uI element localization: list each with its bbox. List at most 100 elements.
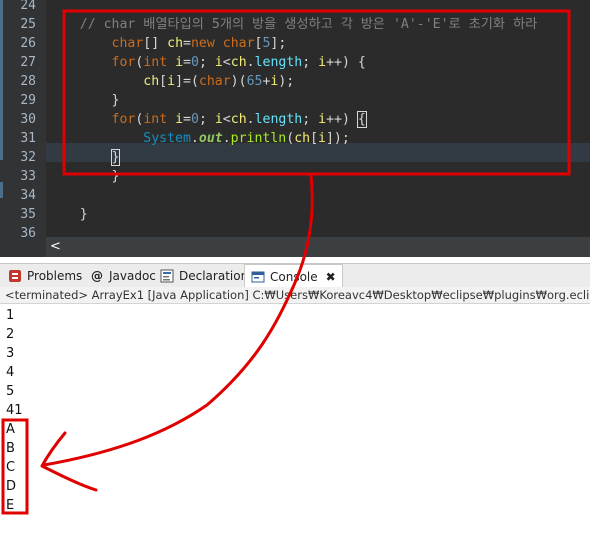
code-line[interactable] (48, 186, 590, 205)
scroll-left-arrow-icon[interactable]: < (50, 239, 61, 254)
code-token: length (254, 55, 303, 70)
code-token: . (190, 131, 199, 146)
code-line[interactable]: for(int i=0; i<ch.length; i++) { (48, 53, 590, 72)
tab-declaration[interactable]: Declaration (160, 264, 248, 288)
code-token: )( (230, 74, 247, 89)
code-token: i (214, 112, 223, 127)
console-process-status: <terminated> ArrayEx1 [Java Application]… (0, 287, 590, 304)
console-output-line: D (6, 479, 17, 494)
code-token: for (111, 55, 136, 70)
horizontal-scrollbar[interactable]: < (46, 237, 590, 257)
console-output-line: A (6, 422, 15, 437)
code-token: i (175, 112, 184, 127)
line-number: 35 (20, 207, 36, 222)
line-number: 30 (20, 112, 36, 127)
code-token: println (230, 131, 287, 146)
code-line[interactable]: } (48, 148, 590, 167)
tab-problems[interactable]: Problems (8, 264, 82, 288)
line-number: 31 (20, 131, 36, 146)
code-line[interactable]: // char 배열타입의 5개의 방을 생성하고 각 방은 'A'-'E'로 … (48, 15, 590, 34)
code-token: 0 (191, 55, 199, 70)
code-token: ( (286, 131, 295, 146)
console-output-line: 2 (6, 327, 15, 342)
code-token: } (48, 207, 88, 222)
code-token: . (246, 112, 255, 127)
code-token: ch (143, 74, 160, 89)
code-token: for (111, 112, 136, 127)
code-token: 0 (191, 112, 199, 127)
code-line[interactable]: for(int i=0; i<ch.length; i++) { (48, 110, 590, 129)
code-token: i (318, 112, 327, 127)
code-token: < (222, 55, 231, 70)
code-token: . (222, 131, 231, 146)
console-output[interactable]: 1 2 3 4 5 41 A B C D E (0, 304, 590, 546)
code-line[interactable] (48, 0, 590, 15)
tab-console-label: Console (270, 270, 318, 284)
code-token: out (198, 131, 223, 146)
code-token: System (143, 131, 191, 146)
javadoc-icon: @ (91, 268, 103, 283)
code-token: length (254, 112, 303, 127)
code-line[interactable]: } (48, 167, 590, 186)
code-token: char (198, 74, 231, 89)
code-token: } (48, 93, 120, 108)
code-token: ; (198, 112, 215, 127)
line-number: 26 (20, 36, 36, 51)
line-number: 34 (20, 188, 36, 203)
code-token: 65 (246, 74, 263, 89)
code-line[interactable]: char[] ch=new char[5]; (48, 34, 590, 53)
code-token: [ (310, 131, 319, 146)
tab-problems-label: Problems (27, 269, 83, 283)
code-token: . (246, 55, 255, 70)
code-token: int (143, 112, 168, 127)
code-token: i (318, 131, 326, 146)
line-number: 33 (20, 169, 36, 184)
tab-declaration-label: Declaration (179, 269, 249, 283)
console-output-line: 41 (6, 403, 23, 418)
code-token: ch (230, 55, 247, 70)
tab-javadoc[interactable]: @ Javadoc (90, 264, 156, 288)
console-output-line: 1 (6, 308, 15, 323)
code-token: < (222, 112, 231, 127)
code-token: int (143, 55, 168, 70)
code-token: ; (198, 55, 215, 70)
console-output-line: 3 (6, 346, 15, 361)
console-output-line: 4 (6, 365, 15, 380)
code-token: = (183, 36, 191, 51)
code-line[interactable]: System.out.println(ch[i]); (48, 129, 590, 148)
code-token: } (48, 169, 120, 184)
code-token: ++) { (326, 55, 366, 70)
tab-javadoc-label: Javadoc (109, 269, 156, 283)
code-token: ch (167, 36, 184, 51)
code-token: i (318, 55, 327, 70)
code-token: i (175, 55, 184, 70)
tab-console[interactable]: Console ✖ (244, 264, 343, 288)
code-token: i (167, 74, 176, 89)
line-number: 36 (20, 226, 36, 241)
console-output-line: C (6, 460, 16, 475)
line-number: 24 (20, 0, 36, 13)
code-token: [] (143, 36, 168, 51)
code-line[interactable]: ch[i]=(char)(65+i); (48, 72, 590, 91)
code-line[interactable]: } (48, 91, 590, 110)
console-output-line: 5 (6, 384, 15, 399)
code-editor[interactable]: 24 25 26 27 28 29 30 31 32 33 34 35 36 // char 배열타입의… (0, 0, 590, 257)
line-number: 29 (20, 93, 36, 108)
code-token: ]; (270, 36, 287, 51)
code-token: = (183, 112, 191, 127)
code-token: new (190, 36, 215, 51)
code-line[interactable]: } (48, 205, 590, 224)
line-number: 28 (20, 74, 36, 89)
code-token: ch (294, 131, 311, 146)
code-token: ]=( (175, 74, 199, 89)
code-token: ++) (326, 112, 358, 127)
close-icon[interactable]: ✖ (326, 270, 336, 284)
